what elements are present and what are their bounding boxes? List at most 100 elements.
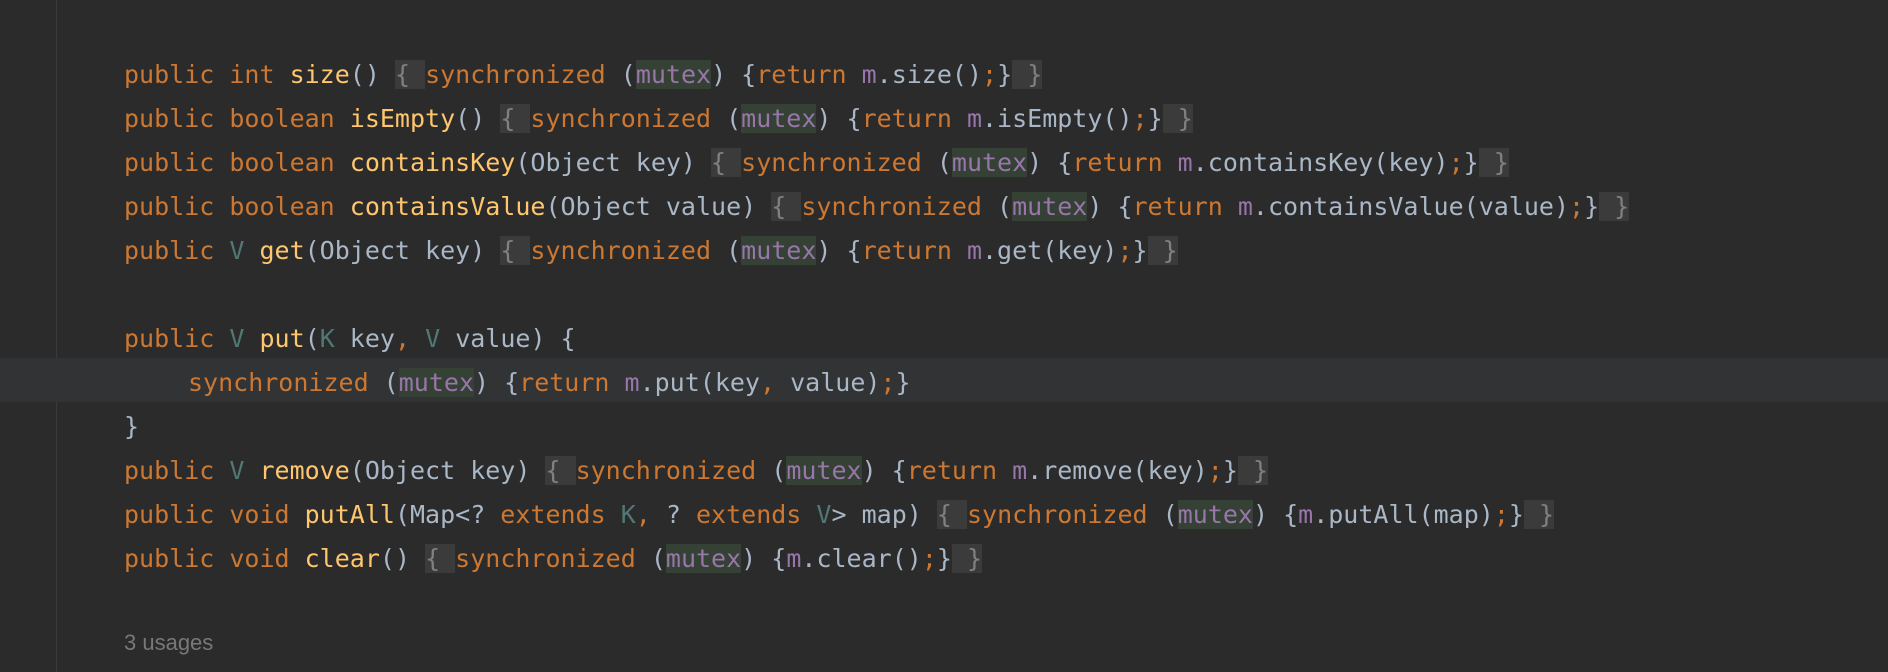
code-token: V: [229, 456, 260, 485]
code-token: .put(key: [639, 368, 760, 397]
folded-region-marker[interactable]: {: [394, 60, 426, 89]
code-token: synchronized: [801, 192, 998, 221]
code-token: ,: [394, 324, 426, 353]
code-token: ) {: [711, 60, 757, 89]
code-token: boolean: [229, 104, 350, 133]
code-token: ;: [880, 368, 896, 397]
code-token: ?: [665, 500, 696, 529]
folded-region-marker[interactable]: }: [1523, 500, 1555, 529]
code-token: return: [861, 104, 967, 133]
code-token: }: [936, 544, 952, 573]
folded-region-marker[interactable]: }: [1162, 104, 1193, 133]
code-token: key: [334, 324, 395, 353]
folded-region-marker[interactable]: {: [500, 104, 531, 133]
code-token: ) {: [1027, 148, 1073, 177]
code-token: ;: [921, 544, 937, 573]
code-token: (): [455, 104, 486, 133]
code-token: synchronized: [530, 104, 727, 133]
code-token: isEmpty: [349, 104, 456, 133]
code-area[interactable]: public int size() { synchronized (mutex)…: [124, 53, 1888, 581]
code-token: public: [124, 456, 230, 485]
code-token: K: [319, 324, 335, 353]
folded-region-marker[interactable]: }: [1599, 192, 1630, 221]
code-line[interactable]: public void clear() { synchronized (mute…: [124, 537, 1888, 581]
code-token: mutex: [665, 544, 742, 573]
folded-region-marker[interactable]: }: [951, 544, 983, 573]
code-token: (Object key): [304, 236, 486, 265]
code-line[interactable]: public boolean isEmpty() { synchronized …: [124, 97, 1888, 141]
code-token: remove: [259, 456, 350, 485]
folded-region-marker[interactable]: {: [500, 236, 531, 265]
code-token: return: [906, 456, 1013, 485]
code-token: void: [229, 544, 305, 573]
code-line[interactable]: [124, 273, 1888, 317]
code-line[interactable]: public boolean containsValue(Object valu…: [124, 185, 1888, 229]
code-line[interactable]: public void putAll(Map<? extends K, ? ex…: [124, 493, 1888, 537]
code-token: mutex: [635, 60, 712, 89]
code-token: (: [650, 544, 666, 573]
code-token: (Object key): [515, 148, 696, 177]
code-token: .get(key): [982, 236, 1118, 265]
code-editor[interactable]: public int size() { synchronized (mutex)…: [0, 0, 1888, 672]
folded-region-marker[interactable]: {: [545, 456, 576, 485]
code-token: (: [997, 192, 1013, 221]
folded-region-marker[interactable]: }: [1237, 456, 1269, 485]
code-token: size: [289, 60, 350, 89]
code-token: }: [1222, 456, 1238, 485]
code-line[interactable]: }: [124, 405, 1888, 449]
code-token: ,: [635, 500, 666, 529]
usages-hint[interactable]: 3 usages: [124, 630, 213, 656]
code-line[interactable]: public int size() { synchronized (mutex)…: [124, 53, 1888, 97]
code-token: public: [124, 104, 230, 133]
folded-region-marker[interactable]: {: [711, 148, 742, 177]
code-token: get: [259, 236, 305, 265]
editor-gutter[interactable]: [0, 0, 57, 672]
code-token: > map): [831, 500, 922, 529]
code-token: }: [1508, 500, 1524, 529]
code-line[interactable]: public V get(Object key) { synchronized …: [124, 229, 1888, 273]
code-token: int: [229, 60, 290, 89]
code-token: .clear(): [801, 544, 922, 573]
code-token: .size(): [876, 60, 983, 89]
code-token: ;: [1207, 456, 1223, 485]
code-line[interactable]: public V remove(Object key) { synchroniz…: [124, 449, 1888, 493]
code-token: public: [124, 324, 230, 353]
code-line[interactable]: public boolean containsKey(Object key) {…: [124, 141, 1888, 185]
code-token: }: [895, 368, 911, 397]
code-token: return: [1132, 192, 1238, 221]
code-token: K: [620, 500, 636, 529]
code-token: synchronized: [188, 368, 384, 397]
folded-region-marker[interactable]: }: [1478, 148, 1509, 177]
folded-region-marker[interactable]: }: [1012, 60, 1043, 89]
code-token: ,: [760, 368, 791, 397]
code-token: ;: [1132, 104, 1148, 133]
code-token: (Object value): [545, 192, 757, 221]
code-token: (): [349, 60, 380, 89]
code-token: (: [936, 148, 952, 177]
code-token: synchronized: [455, 544, 651, 573]
code-line[interactable]: public V put(K key, V value) {: [124, 317, 1888, 361]
code-token: mutex: [951, 148, 1028, 177]
code-token: mutex: [398, 368, 474, 397]
code-token: m: [966, 104, 982, 133]
folded-region-marker[interactable]: {: [425, 544, 456, 573]
code-token: V: [425, 324, 441, 353]
code-token: ;: [1493, 500, 1509, 529]
folded-region-marker[interactable]: {: [936, 500, 967, 529]
code-token: synchronized: [966, 500, 1163, 529]
folded-region-marker[interactable]: {: [771, 192, 802, 221]
code-line[interactable]: synchronized (mutex) {return m.put(key, …: [124, 361, 1888, 405]
folded-region-marker[interactable]: }: [1147, 236, 1178, 265]
code-token: (: [620, 60, 636, 89]
code-token: synchronized: [425, 60, 621, 89]
code-token: public: [124, 544, 230, 573]
code-token: (: [726, 236, 742, 265]
code-token: (: [383, 368, 399, 397]
code-token: V: [816, 500, 832, 529]
code-token: }: [1147, 104, 1163, 133]
